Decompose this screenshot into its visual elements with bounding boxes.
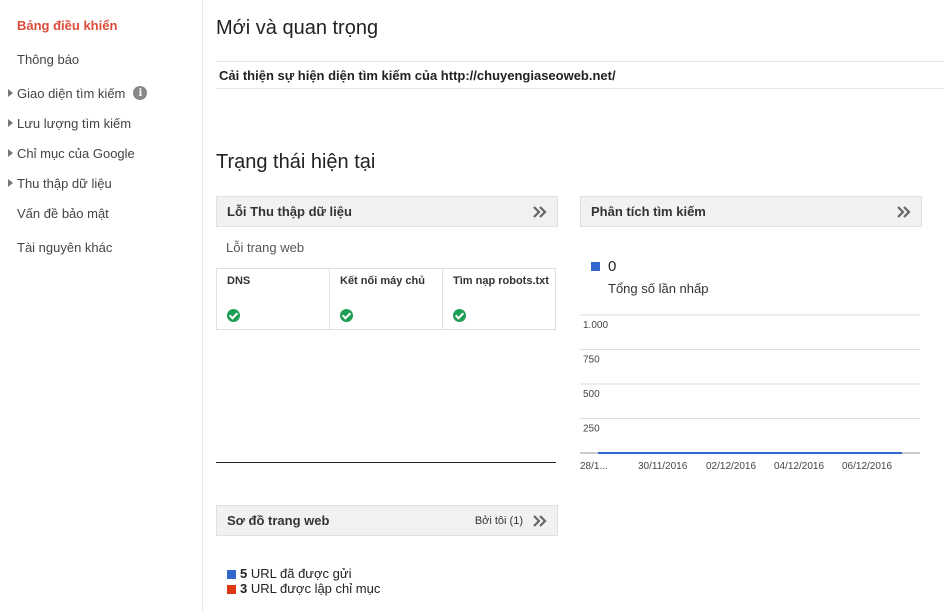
expand-arrow-icon: [0, 119, 17, 127]
sitemaps-indexed: 3 URL được lập chỉ mục: [240, 581, 380, 596]
sidebar-item-label: Vấn đề bảo mật: [17, 205, 109, 221]
y-tick-label: 750: [583, 355, 600, 366]
sitemaps-header[interactable]: Sơ đồ trang web Bởi tôi (1): [216, 505, 558, 536]
divider: [216, 462, 556, 463]
crawl-errors-title: Lỗi Thu thập dữ liệu: [227, 204, 352, 219]
check-icon: [340, 309, 353, 322]
sidebar-item-other-resources[interactable]: Tài nguyên khác: [17, 236, 112, 258]
info-icon[interactable]: i: [133, 86, 148, 100]
crawl-cell-robots[interactable]: Tìm nạp robots.txt: [443, 269, 555, 329]
search-analytics-chart: 1.000 750 500 250 28/1... 30/11/2016 02/12/20…: [580, 314, 920, 472]
notice-message[interactable]: Cải thiện sự hiện diện tìm kiếm của http…: [216, 61, 944, 89]
y-tick-label: 1.000: [583, 320, 608, 331]
total-clicks-value: 0: [608, 258, 617, 275]
x-tick-label: 28/1...: [580, 461, 608, 472]
crawl-cell-server[interactable]: Kết nối máy chủ: [330, 269, 443, 329]
indexed-legend-swatch: [227, 585, 236, 594]
clicks-legend-swatch[interactable]: [591, 262, 600, 271]
sitemaps-by-me[interactable]: Bởi tôi (1): [475, 515, 523, 527]
search-analytics-title: Phân tích tìm kiếm: [591, 204, 706, 219]
crawl-cell-dns[interactable]: DNS: [217, 269, 330, 329]
y-tick-label: 250: [583, 424, 600, 435]
crawl-cell-label: Kết nối máy chủ: [340, 275, 425, 287]
sitemaps-submitted: 5 URL đã được gửi: [240, 566, 351, 581]
double-chevron-right-icon[interactable]: [531, 512, 549, 530]
sidebar-nav: Bảng điều khiển Thông báo Giao diện tìm …: [0, 0, 203, 611]
crawl-errors-header[interactable]: Lỗi Thu thập dữ liệu: [216, 196, 558, 227]
search-analytics-header[interactable]: Phân tích tìm kiếm: [580, 196, 922, 227]
notice-text: Cải thiện sự hiện diện tìm kiếm của http…: [219, 68, 616, 83]
submitted-count: 5: [240, 566, 248, 581]
sidebar-item-google-index[interactable]: Chỉ mục của Google: [0, 142, 135, 164]
sidebar-item-label: Thu thập dữ liệu: [17, 175, 112, 191]
current-status-title: Trạng thái hiện tại: [216, 151, 376, 173]
indexed-text: URL được lập chỉ mục: [250, 581, 381, 596]
sidebar-item-security-issues[interactable]: Vấn đề bảo mật: [17, 202, 109, 224]
sidebar-item-label: Thông báo: [17, 51, 80, 67]
double-chevron-right-icon[interactable]: [531, 203, 549, 221]
indexed-count: 3: [240, 581, 248, 596]
double-chevron-right-icon[interactable]: [895, 203, 913, 221]
crawl-errors-table: DNS Kết nối máy chủ Tìm nạp robots.txt: [216, 268, 556, 330]
site-errors-label: Lỗi trang web: [226, 240, 305, 255]
x-tick-label: 30/11/2016: [638, 461, 688, 472]
crawl-cell-label: DNS: [227, 275, 251, 287]
sidebar-item-search-traffic[interactable]: Lưu lượng tìm kiếm: [0, 112, 131, 134]
sitemaps-title: Sơ đồ trang web: [227, 513, 330, 528]
crawl-cell-label: Tìm nạp robots.txt: [453, 275, 549, 287]
sidebar-item-search-appearance[interactable]: Giao diện tìm kiếm i: [0, 82, 148, 104]
x-tick-label: 04/12/2016: [774, 461, 824, 472]
expand-arrow-icon: [0, 149, 17, 157]
submitted-legend-swatch: [227, 570, 236, 579]
sidebar-item-label: Tài nguyên khác: [17, 239, 113, 255]
x-tick-label: 06/12/2016: [842, 461, 892, 472]
sidebar-item-label: Bảng điều khiển: [17, 17, 118, 33]
expand-arrow-icon: [0, 89, 17, 97]
sidebar-item-messages[interactable]: Thông báo: [17, 48, 79, 70]
new-and-important-title: Mới và quan trọng: [216, 17, 379, 39]
sidebar-item-label: Lưu lượng tìm kiếm: [17, 115, 132, 131]
submitted-text: URL đã được gửi: [250, 566, 352, 581]
sidebar-item-crawl[interactable]: Thu thập dữ liệu: [0, 172, 112, 194]
sidebar-item-dashboard[interactable]: Bảng điều khiển: [17, 14, 117, 36]
check-icon: [227, 309, 240, 322]
x-tick-label: 02/12/2016: [706, 461, 756, 472]
total-clicks-label: Tổng số lần nhấp: [608, 281, 709, 296]
expand-arrow-icon: [0, 179, 17, 187]
y-tick-label: 500: [583, 389, 600, 400]
sidebar-item-label: Giao diện tìm kiếm: [17, 85, 126, 101]
check-icon: [453, 309, 466, 322]
sidebar-item-label: Chỉ mục của Google: [17, 145, 135, 161]
